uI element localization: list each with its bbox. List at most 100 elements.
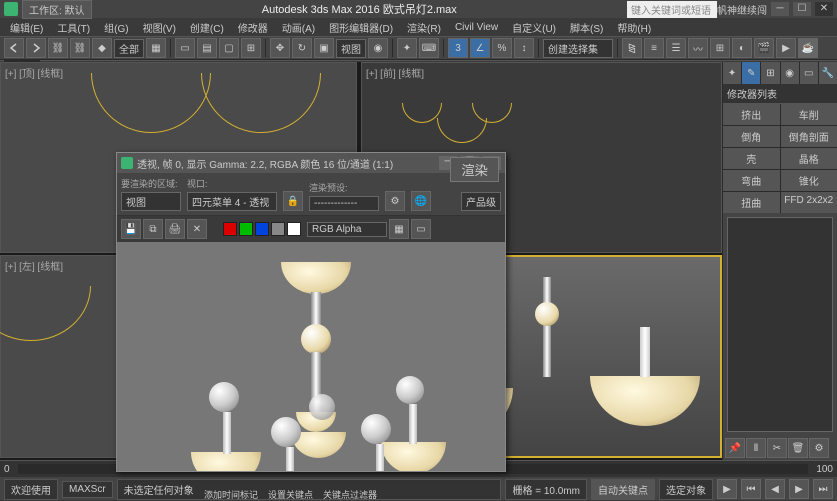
scale-button[interactable]: ▣: [314, 38, 334, 58]
menu-edit[interactable]: 编辑(E): [4, 18, 49, 37]
viewport-label-left[interactable]: [+] [左] [线框]: [5, 258, 63, 273]
render-product-dropdown[interactable]: 产品级: [461, 192, 501, 211]
mod-lattice[interactable]: 晶格: [781, 148, 837, 169]
angle-snap-button[interactable]: ∠: [470, 38, 490, 58]
toggle-grid-icon[interactable]: ▦: [146, 38, 166, 58]
menu-customize[interactable]: 自定义(U): [506, 18, 562, 37]
tab-hierarchy-icon[interactable]: ⊞: [761, 62, 779, 84]
menu-civilview[interactable]: Civil View: [449, 20, 504, 35]
window-crossing-button[interactable]: ⊞: [241, 38, 261, 58]
menu-help[interactable]: 帮助(H): [611, 18, 657, 37]
signin-user[interactable]: 帆神继续闯: [717, 2, 767, 17]
mod-twist[interactable]: 扭曲: [723, 192, 780, 213]
select-manipulate-button[interactable]: ✦: [397, 38, 417, 58]
menu-graph-editors[interactable]: 图形编辑器(D): [323, 18, 399, 37]
show-end-result-icon[interactable]: Ⅱ: [746, 438, 766, 458]
close-button[interactable]: ✕: [815, 2, 833, 16]
clear-icon[interactable]: ✕: [187, 219, 207, 239]
named-selection-set[interactable]: 创建选择集: [543, 39, 613, 58]
mod-extrude[interactable]: 挤出: [723, 104, 780, 125]
select-by-name-button[interactable]: ▤: [197, 38, 217, 58]
remove-modifier-icon[interactable]: 🗑: [788, 438, 808, 458]
menu-views[interactable]: 视图(V): [137, 18, 182, 37]
menu-animation[interactable]: 动画(A): [276, 18, 321, 37]
menu-create[interactable]: 创建(C): [184, 18, 230, 37]
render-canvas[interactable]: [117, 242, 505, 471]
viewport-select-dropdown[interactable]: 四元菜单 4 - 透视: [187, 192, 277, 211]
menu-maxscript[interactable]: 脚本(S): [564, 18, 609, 37]
layers-button[interactable]: ☰: [666, 38, 686, 58]
modifier-list-header[interactable]: 修改器列表: [723, 84, 837, 104]
channel-dropdown[interactable]: RGB Alpha: [307, 222, 387, 237]
mod-bend[interactable]: 弯曲: [723, 170, 780, 191]
autokey-button[interactable]: 自动关键点: [591, 479, 655, 500]
mod-ffd[interactable]: FFD 2x2x2: [781, 192, 837, 213]
modifier-stack[interactable]: [727, 217, 833, 432]
mod-shell[interactable]: 壳: [723, 148, 780, 169]
mod-bevel[interactable]: 倒角: [723, 126, 780, 147]
link-button[interactable]: ⛓: [48, 38, 68, 58]
tab-create-icon[interactable]: ✦: [723, 62, 741, 84]
print-icon[interactable]: 🖨: [165, 219, 185, 239]
minimize-button[interactable]: ─: [771, 2, 789, 16]
render-setup-icon[interactable]: ⚙: [385, 191, 405, 211]
mod-bevel-profile[interactable]: 倒角剖面: [781, 126, 837, 147]
clone-window-icon[interactable]: ⧉: [143, 219, 163, 239]
toggle-overlay-icon[interactable]: ▦: [389, 219, 409, 239]
area-to-render-dropdown[interactable]: 视图: [121, 192, 181, 211]
dialog-titlebar[interactable]: 透视, 帧 0, 显示 Gamma: 2.2, RGBA 颜色 16 位/通道 …: [117, 153, 505, 173]
move-button[interactable]: ✥: [270, 38, 290, 58]
select-object-button[interactable]: ▭: [175, 38, 195, 58]
material-editor-button[interactable]: ◐: [732, 38, 752, 58]
unlink-button[interactable]: ⛓: [70, 38, 90, 58]
tab-display-icon[interactable]: ▭: [800, 62, 818, 84]
channel-blue-icon[interactable]: [255, 222, 269, 236]
maximize-button[interactable]: ☐: [793, 2, 811, 16]
bind-button[interactable]: ◆: [92, 38, 112, 58]
curve-editor-button[interactable]: 〰: [688, 38, 708, 58]
tab-utilities-icon[interactable]: 🔧: [819, 62, 837, 84]
render-setup-button[interactable]: 🎬: [754, 38, 774, 58]
channel-mono-icon[interactable]: [287, 222, 301, 236]
render-preset-dropdown[interactable]: -------------: [309, 196, 379, 211]
render-button[interactable]: ☕: [798, 38, 818, 58]
menu-tools[interactable]: 工具(T): [51, 18, 96, 37]
status-selected[interactable]: 选定对象: [659, 479, 713, 500]
status-add-time-tag[interactable]: 添加时间标记: [204, 488, 258, 501]
snap-toggle-button[interactable]: 3: [448, 38, 468, 58]
selection-filter[interactable]: 全部: [114, 39, 144, 58]
goto-end-button[interactable]: ⏭: [813, 479, 833, 499]
viewport-label-front[interactable]: [+] [前] [线框]: [366, 65, 424, 80]
menu-rendering[interactable]: 渲染(R): [401, 18, 447, 37]
menu-group[interactable]: 组(G): [98, 18, 134, 37]
undo-button[interactable]: [4, 38, 24, 58]
channel-alpha-icon[interactable]: [271, 222, 285, 236]
percent-snap-button[interactable]: %: [492, 38, 512, 58]
render-frame-button[interactable]: ▶: [776, 38, 796, 58]
mod-taper[interactable]: 锥化: [781, 170, 837, 191]
rotate-button[interactable]: ↻: [292, 38, 312, 58]
setkey-button[interactable]: 设置关键点: [268, 488, 313, 501]
menu-modifiers[interactable]: 修改器: [232, 18, 274, 37]
tab-motion-icon[interactable]: ◉: [781, 62, 799, 84]
mirror-button[interactable]: ⧎: [622, 38, 642, 58]
toggle-ui-icon[interactable]: ▭: [411, 219, 431, 239]
use-center-button[interactable]: ◉: [368, 38, 388, 58]
make-unique-icon[interactable]: ✂: [767, 438, 787, 458]
select-region-button[interactable]: ▢: [219, 38, 239, 58]
status-maxscript[interactable]: MAXScr: [62, 481, 113, 498]
next-frame-button[interactable]: ▶: [789, 479, 809, 499]
ref-coord-system[interactable]: 视图: [336, 39, 366, 58]
save-image-icon[interactable]: 💾: [121, 219, 141, 239]
prev-frame-button[interactable]: ◀: [765, 479, 785, 499]
help-search-input[interactable]: 键入关键词或短语: [627, 1, 717, 18]
tab-modify-icon[interactable]: ✎: [742, 62, 760, 84]
goto-start-button[interactable]: ⏮: [741, 479, 761, 499]
environment-icon[interactable]: 🌐: [411, 191, 431, 211]
redo-button[interactable]: [26, 38, 46, 58]
schematic-view-button[interactable]: ⊞: [710, 38, 730, 58]
channel-green-icon[interactable]: [239, 222, 253, 236]
keyboard-shortcut-button[interactable]: ⌨: [419, 38, 439, 58]
mod-lathe[interactable]: 车削: [781, 104, 837, 125]
render-button-dialog[interactable]: 渲染: [450, 157, 499, 182]
